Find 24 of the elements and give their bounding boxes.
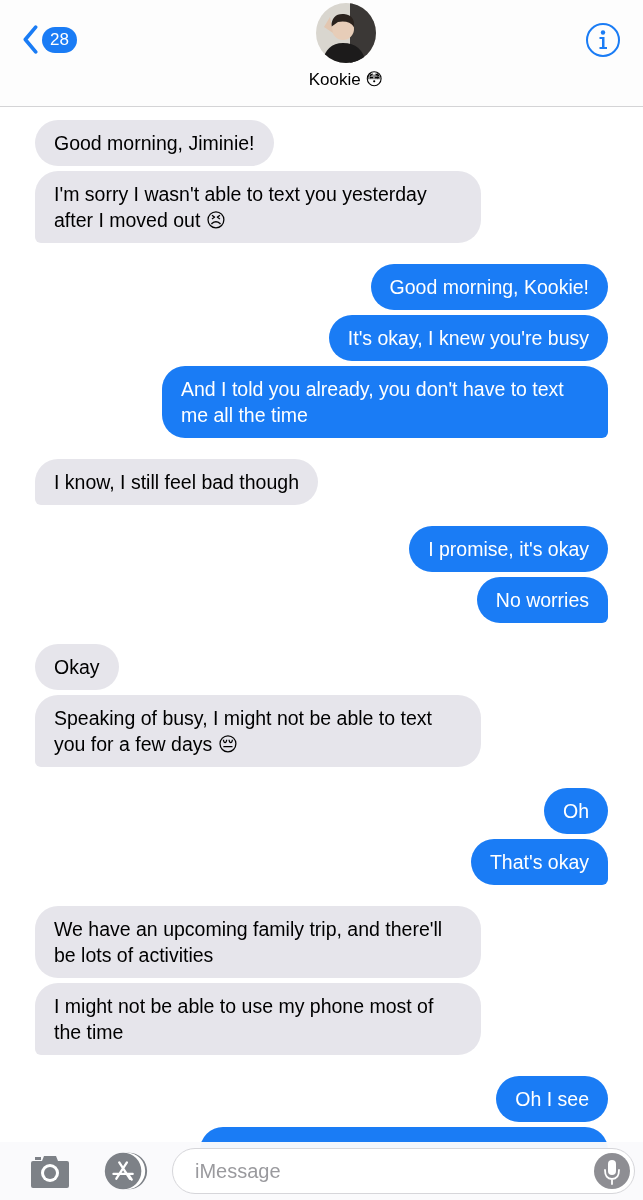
message-bubble: I promise, it's okay xyxy=(409,526,608,572)
message-bubble: And I told you already, you don't have to text me all the time xyxy=(162,366,608,438)
camera-icon[interactable] xyxy=(30,1154,70,1188)
message-bubble: Oh I see xyxy=(496,1076,608,1122)
message-bubble: Speaking of busy, I might not be able to text you for a few days 😔 xyxy=(35,695,481,767)
message-bubble: I might not be able to use my phone most of the time xyxy=(35,983,481,1055)
message-bubble: Good morning, Kookie! xyxy=(370,264,608,310)
back-chevron-icon[interactable] xyxy=(22,25,39,54)
message-bubble: Oh xyxy=(544,788,608,834)
message-field[interactable]: iMessage xyxy=(172,1148,635,1194)
message-bubble: Good morning, Jiminie! xyxy=(35,120,274,166)
message-input-field[interactable]: iMessage xyxy=(193,1158,594,1184)
message-bubble: I know, I still feel bad though xyxy=(35,459,318,505)
microphone-button[interactable] xyxy=(594,1153,630,1189)
message-bubble: I'm sorry I wasn't able to text you yesterday after I moved out 😣 xyxy=(35,171,481,243)
message-bubble: It's okay, I knew you're busy xyxy=(328,315,608,361)
unread-count-badge: 28 xyxy=(42,26,77,53)
info-icon[interactable] xyxy=(585,22,621,58)
message-bubble: We have an upcoming family trip, and there'll be lots of activities xyxy=(35,906,481,978)
message-bubble: No worries xyxy=(476,577,608,623)
contact-name[interactable]: Kookie 😳 xyxy=(308,69,384,90)
message-bubble: Okay xyxy=(35,644,119,690)
message-bubble: That's okay xyxy=(470,839,608,885)
back-button[interactable]: 28 xyxy=(22,25,77,54)
